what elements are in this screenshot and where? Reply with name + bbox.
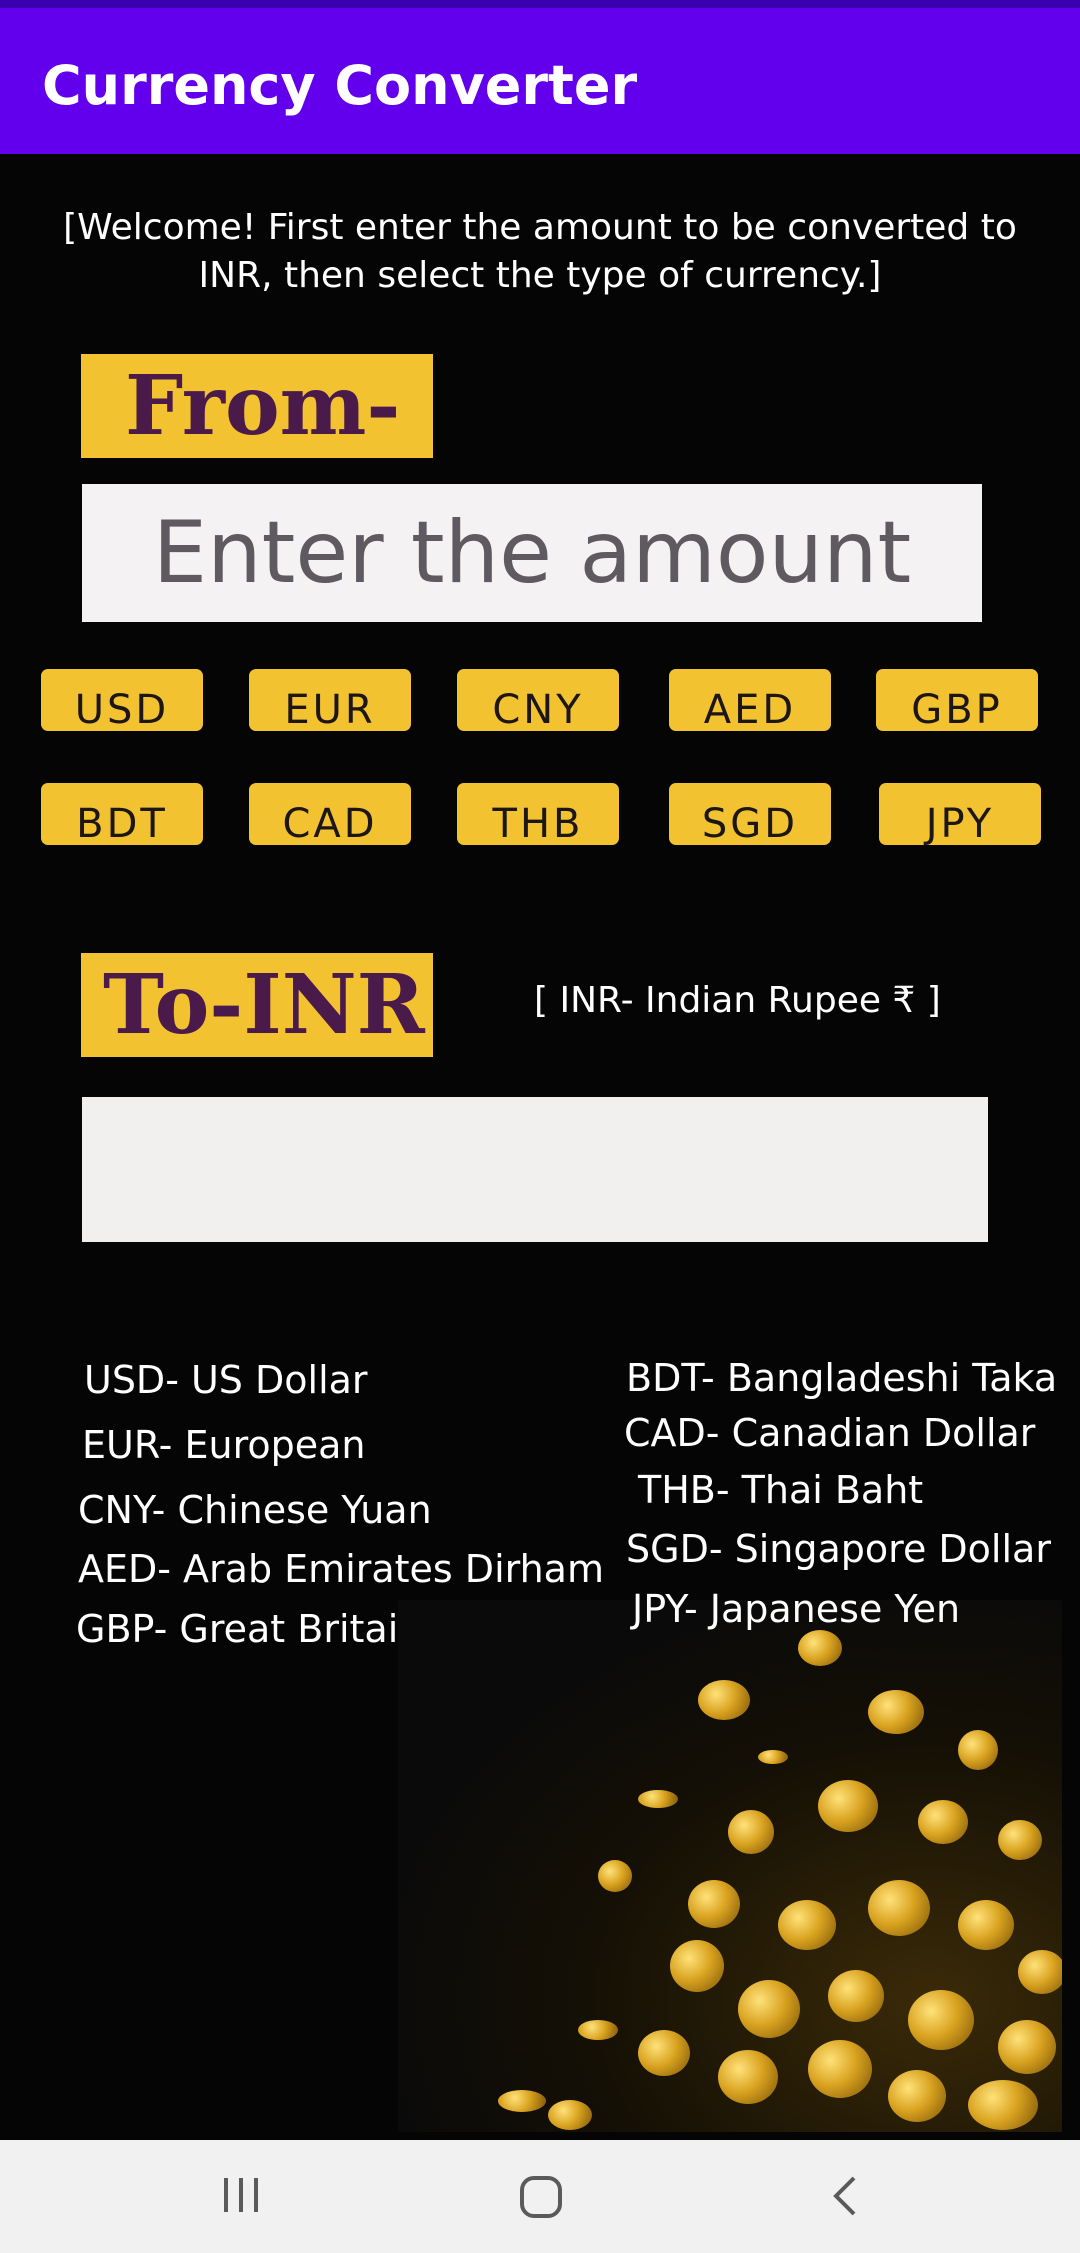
legend-cad: CAD- Canadian Dollar — [624, 1411, 1036, 1455]
bdt-button[interactable]: BDT — [41, 783, 203, 847]
system-nav-bar — [0, 2140, 1080, 2253]
from-label: From- — [81, 354, 433, 458]
amount-input[interactable] — [82, 484, 982, 622]
to-inr-label: To-INR — [81, 953, 433, 1057]
legend-sgd: SGD- Singapore Dollar — [626, 1527, 1051, 1571]
cad-button[interactable]: CAD — [249, 783, 411, 847]
legend-bdt: BDT- Bangladeshi Taka — [626, 1356, 1058, 1400]
aed-button[interactable]: AED — [669, 669, 831, 733]
recent-apps-icon[interactable] — [220, 2174, 262, 2220]
gbp-button[interactable]: GBP — [876, 669, 1038, 733]
cny-button[interactable]: CNY — [457, 669, 619, 733]
back-icon[interactable] — [830, 2174, 860, 2222]
legend-usd: USD- US Dollar — [84, 1358, 368, 1402]
gold-coins-image — [398, 1600, 1062, 2132]
home-icon[interactable] — [518, 2174, 564, 2224]
result-field — [82, 1097, 988, 1242]
app-title: Currency Converter — [42, 54, 638, 117]
inr-note: [ INR- Indian Rupee ₹ ] — [534, 980, 941, 1021]
sgd-button[interactable]: SGD — [669, 783, 831, 847]
legend-aed: AED- Arab Emirates Dirham — [78, 1547, 604, 1591]
jpy-button[interactable]: JPY — [879, 783, 1041, 847]
eur-button[interactable]: EUR — [249, 669, 411, 733]
usd-button[interactable]: USD — [41, 669, 203, 733]
legend-jpy: JPY- Japanese Yen — [632, 1587, 961, 1631]
welcome-message: [Welcome! First enter the amount to be c… — [63, 207, 1017, 296]
legend-eur: EUR- European — [82, 1423, 366, 1467]
legend-thb: THB- Thai Baht — [638, 1468, 924, 1512]
app-bar: Currency Converter — [0, 0, 1080, 154]
legend-cny: CNY- Chinese Yuan — [78, 1488, 432, 1532]
thb-button[interactable]: THB — [457, 783, 619, 847]
